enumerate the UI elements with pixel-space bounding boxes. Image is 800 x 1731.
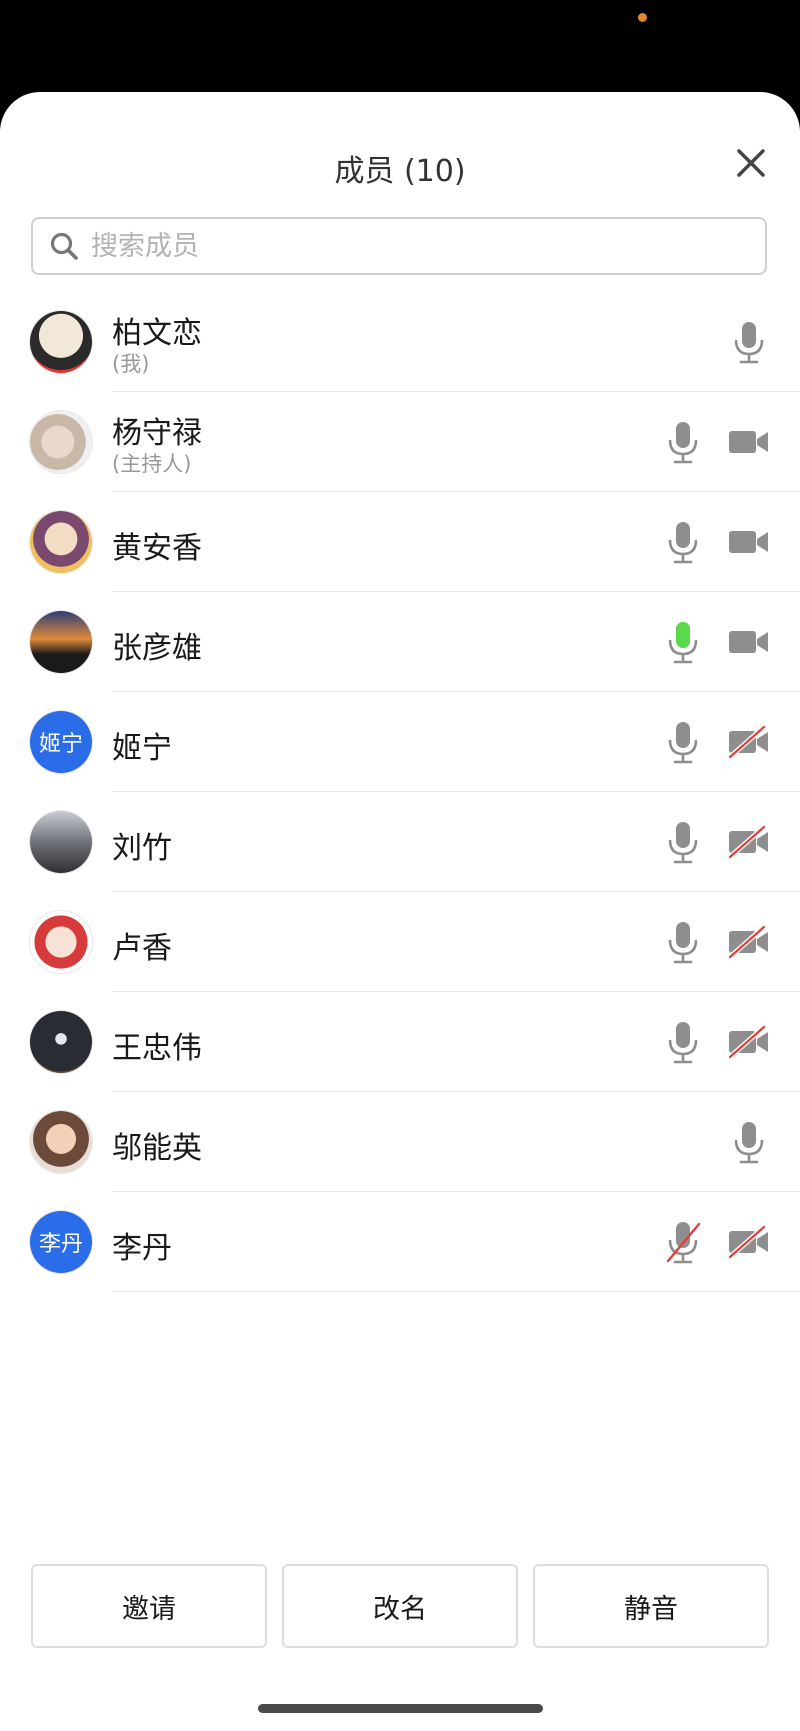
member-name: 邬能英 xyxy=(112,1131,202,1166)
member-row[interactable]: 李丹 李丹 xyxy=(0,1192,800,1292)
mic-icon[interactable] xyxy=(729,1119,769,1165)
member-name: 杨守禄 xyxy=(112,416,202,451)
member-name: 姬宁 xyxy=(112,731,172,766)
member-row[interactable]: 柏文恋 (我) xyxy=(0,292,800,392)
member-role-tag: (我) xyxy=(112,352,150,376)
avatar xyxy=(30,1111,92,1173)
invite-button[interactable]: 邀请 xyxy=(31,1564,267,1648)
avatar xyxy=(30,511,92,573)
camera-icon[interactable] xyxy=(728,425,770,459)
member-list: 柏文恋 (我) 杨守禄 (主持人) 黄安香 张彦雄 姬宁 姬宁 刘竹 卢香 王忠伟 邬能英 李丹 李丹 xyxy=(0,292,800,1292)
camera-off-icon[interactable] xyxy=(728,1025,770,1059)
mic-icon[interactable] xyxy=(663,1019,703,1065)
member-role-tag: (主持人) xyxy=(112,452,192,476)
page-title: 成员 (10) xyxy=(334,154,466,189)
mic-icon[interactable] xyxy=(729,319,769,365)
mic-icon[interactable] xyxy=(663,719,703,765)
member-row[interactable]: 黄安香 xyxy=(0,492,800,592)
camera-off-icon[interactable] xyxy=(728,825,770,859)
mic-icon[interactable] xyxy=(663,919,703,965)
member-row[interactable]: 姬宁 姬宁 xyxy=(0,692,800,792)
member-row[interactable]: 卢香 xyxy=(0,892,800,992)
avatar xyxy=(30,611,92,673)
member-name: 王忠伟 xyxy=(112,1031,202,1066)
search-input[interactable] xyxy=(89,229,693,263)
search-icon xyxy=(50,232,78,260)
member-row[interactable]: 王忠伟 xyxy=(0,992,800,1092)
mic-icon[interactable] xyxy=(663,519,703,565)
row-divider xyxy=(112,1291,800,1292)
member-row[interactable]: 杨守禄 (主持人) xyxy=(0,392,800,492)
search-box[interactable] xyxy=(31,217,767,275)
mic-muted-icon[interactable] xyxy=(663,1219,703,1265)
member-name: 李丹 xyxy=(112,1231,172,1266)
member-name: 黄安香 xyxy=(112,531,202,566)
rename-button[interactable]: 改名 xyxy=(282,1564,518,1648)
camera-off-icon[interactable] xyxy=(728,925,770,959)
member-name: 卢香 xyxy=(112,931,172,966)
camera-off-icon[interactable] xyxy=(728,725,770,759)
member-name: 张彦雄 xyxy=(112,631,202,666)
member-row[interactable]: 张彦雄 xyxy=(0,592,800,692)
bottom-action-bar: 邀请 改名 静音 xyxy=(0,1564,800,1648)
home-indicator xyxy=(258,1704,543,1713)
member-row[interactable]: 刘竹 xyxy=(0,792,800,892)
mute-button[interactable]: 静音 xyxy=(533,1564,769,1648)
status-indicator-dot xyxy=(638,13,647,22)
member-row[interactable]: 邬能英 xyxy=(0,1092,800,1192)
mic-icon[interactable] xyxy=(663,419,703,465)
camera-icon[interactable] xyxy=(728,625,770,659)
member-name: 柏文恋 xyxy=(112,316,202,351)
sheet-header: 成员 (10) xyxy=(0,92,800,232)
camera-icon[interactable] xyxy=(728,525,770,559)
avatar xyxy=(30,411,92,473)
avatar xyxy=(30,811,92,873)
close-icon[interactable] xyxy=(734,146,768,180)
avatar: 姬宁 xyxy=(30,711,92,773)
avatar xyxy=(30,311,92,373)
avatar xyxy=(30,911,92,973)
members-sheet: 成员 (10) 柏文恋(我)杨守禄(主持人)黄安香张彦雄姬宁姬宁刘竹卢香王忠伟邬… xyxy=(0,92,800,1731)
avatar xyxy=(30,1011,92,1073)
avatar: 李丹 xyxy=(30,1211,92,1273)
member-name: 刘竹 xyxy=(112,831,172,866)
camera-off-icon[interactable] xyxy=(728,1225,770,1259)
mic-speaking-icon[interactable] xyxy=(663,619,703,665)
mic-icon[interactable] xyxy=(663,819,703,865)
